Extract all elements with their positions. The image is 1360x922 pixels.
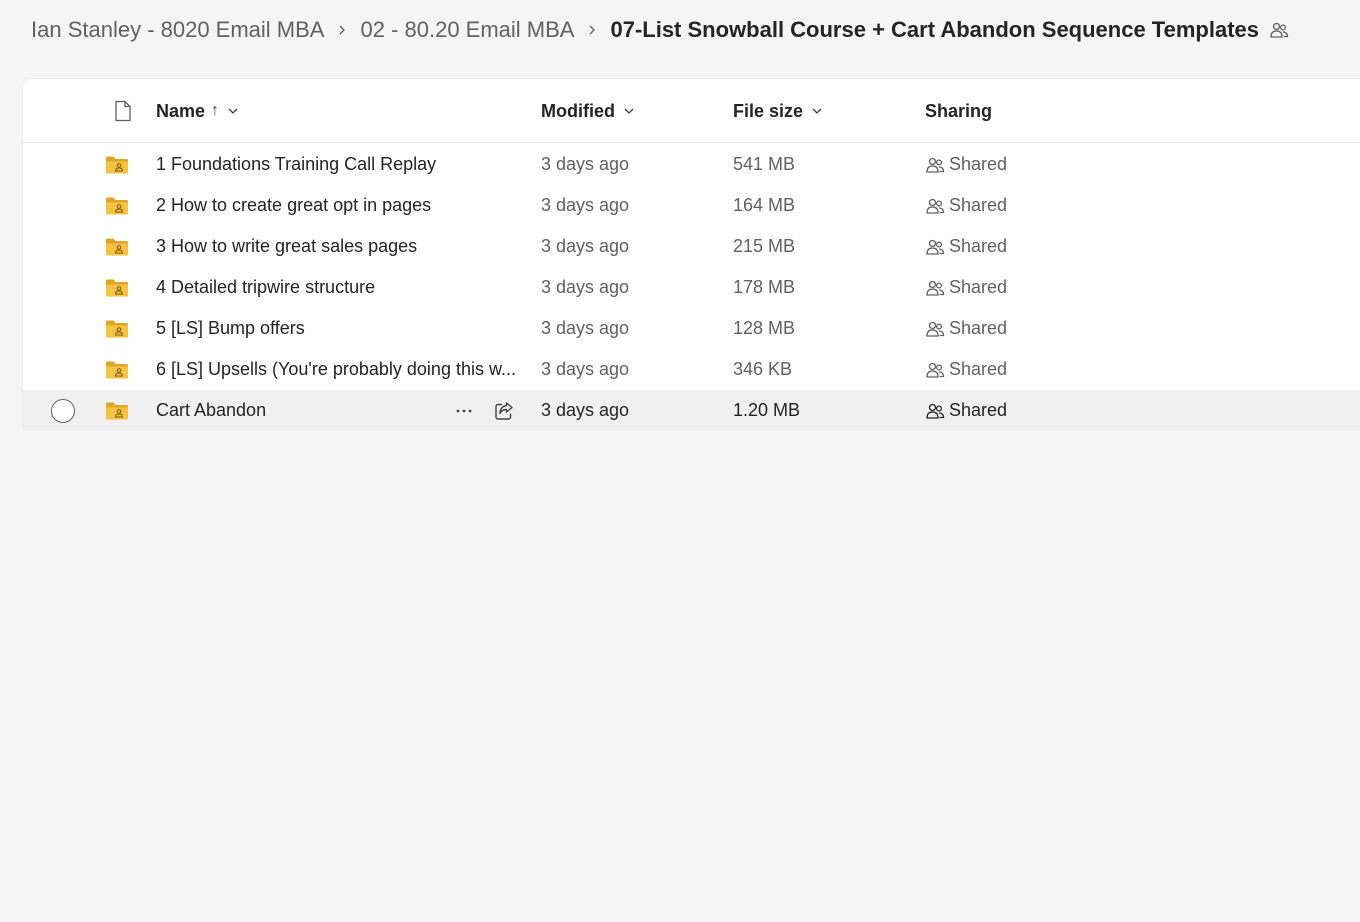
- shared-folder-icon: [105, 267, 129, 308]
- column-header-modified[interactable]: Modified: [541, 79, 635, 143]
- file-size: 1.20 MB: [733, 400, 801, 420]
- breadcrumb-item-email-mba[interactable]: 02 - 80.20 Email MBA: [360, 17, 574, 43]
- file-size: 215 MB: [733, 236, 796, 256]
- file-name[interactable]: 5 [LS] Bump offers: [156, 308, 305, 349]
- breadcrumb-item-ian-stanley[interactable]: Ian Stanley - 8020 Email MBA: [31, 17, 324, 43]
- shared-people-icon: [926, 198, 945, 214]
- shared-folder-icon: [105, 144, 129, 185]
- sharing-status: Shared: [925, 349, 1007, 390]
- table-row[interactable]: Cart Abandon 3 days ago 1.20 MB Shared: [23, 390, 1360, 431]
- shared-people-icon: [926, 321, 945, 337]
- modified-date: 3 days ago: [541, 318, 630, 338]
- chevron-right-icon: [574, 24, 610, 36]
- shared-folder-icon: [105, 185, 129, 226]
- shared-folder-icon: [105, 226, 129, 267]
- shared-folder-icon: [105, 308, 129, 349]
- shared-folder-icon: [105, 349, 129, 390]
- shared-people-icon: [926, 280, 945, 296]
- list-header: Name ↑ Modified File size Sharing: [23, 79, 1360, 143]
- file-name[interactable]: 1 Foundations Training Call Replay: [156, 144, 436, 185]
- file-rows: 1 Foundations Training Call Replay 3 day…: [23, 144, 1360, 431]
- modified-date: 3 days ago: [541, 195, 630, 215]
- shared-people-icon: [926, 157, 945, 173]
- file-name[interactable]: 3 How to write great sales pages: [156, 226, 417, 267]
- column-header-file-size[interactable]: File size: [733, 79, 823, 143]
- file-size: 128 MB: [733, 318, 796, 338]
- share-icon[interactable]: [491, 398, 517, 424]
- sharing-status: Shared: [925, 144, 1007, 185]
- more-actions-icon[interactable]: [451, 398, 477, 424]
- sharing-status: Shared: [925, 267, 1007, 308]
- file-name[interactable]: 4 Detailed tripwire structure: [156, 267, 375, 308]
- table-row[interactable]: 1 Foundations Training Call Replay 3 day…: [23, 144, 1360, 185]
- chevron-down-icon: [228, 108, 238, 114]
- file-name[interactable]: 2 How to create great opt in pages: [156, 185, 431, 226]
- file-size: 178 MB: [733, 277, 796, 297]
- modified-date: 3 days ago: [541, 236, 630, 256]
- shared-people-icon: [926, 403, 945, 419]
- modified-date: 3 days ago: [541, 277, 630, 297]
- chevron-right-icon: [324, 24, 360, 36]
- file-name[interactable]: Cart Abandon: [156, 390, 266, 431]
- table-row[interactable]: 2 How to create great opt in pages 3 day…: [23, 185, 1360, 226]
- table-row[interactable]: 3 How to write great sales pages 3 days …: [23, 226, 1360, 267]
- breadcrumb: Ian Stanley - 8020 Email MBA 02 - 80.20 …: [31, 12, 1289, 48]
- file-size: 164 MB: [733, 195, 796, 215]
- sharing-status: Shared: [925, 226, 1007, 267]
- file-size: 541 MB: [733, 154, 796, 174]
- modified-date: 3 days ago: [541, 400, 630, 420]
- file-type-icon: [105, 79, 133, 143]
- shared-folder-icon: [105, 390, 129, 431]
- sharing-status: Shared: [925, 185, 1007, 226]
- sharing-status: Shared: [925, 308, 1007, 349]
- selection-circle-icon: [51, 398, 75, 423]
- chevron-down-icon: [812, 108, 822, 114]
- file-list: Name ↑ Modified File size Sharing 1 Foun…: [22, 78, 1360, 431]
- sharing-status: Shared: [925, 390, 1007, 431]
- file-name[interactable]: 6 [LS] Upsells (You're probably doing th…: [156, 349, 516, 390]
- shared-people-icon: [926, 362, 945, 378]
- modified-date: 3 days ago: [541, 359, 630, 379]
- file-size: 346 KB: [733, 359, 793, 379]
- column-header-sharing[interactable]: Sharing: [925, 79, 992, 143]
- chevron-down-icon: [624, 108, 634, 114]
- table-row[interactable]: 4 Detailed tripwire structure 3 days ago…: [23, 267, 1360, 308]
- shared-people-icon: [926, 239, 945, 255]
- modified-date: 3 days ago: [541, 154, 630, 174]
- shared-people-icon[interactable]: [1269, 20, 1289, 40]
- table-row[interactable]: 5 [LS] Bump offers 3 days ago 128 MB Sha…: [23, 308, 1360, 349]
- table-row[interactable]: 6 [LS] Upsells (You're probably doing th…: [23, 349, 1360, 390]
- row-actions: [451, 390, 517, 431]
- breadcrumb-current-folder: 07-List Snowball Course + Cart Abandon S…: [610, 17, 1259, 42]
- row-select-checkbox[interactable]: [51, 390, 75, 431]
- column-header-name[interactable]: Name ↑: [156, 79, 239, 143]
- sort-ascending-icon: ↑: [211, 102, 220, 119]
